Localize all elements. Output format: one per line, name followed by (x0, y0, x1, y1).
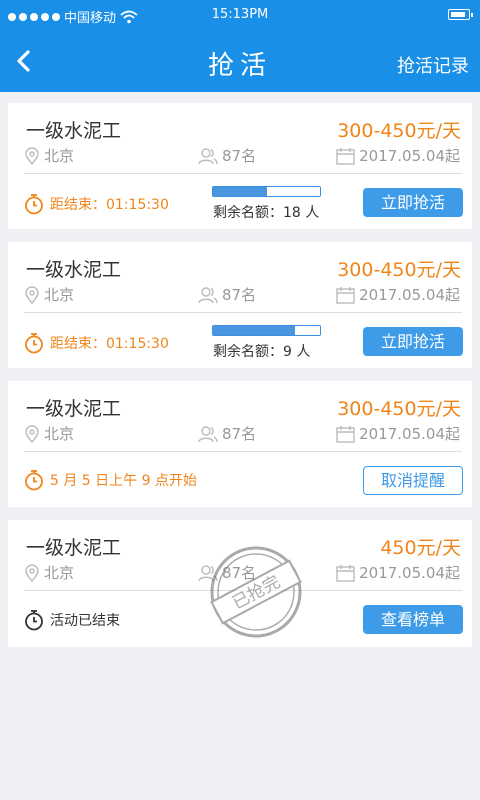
ended-status: 活动已结束 (24, 609, 120, 631)
job-title: 一级水泥工 (26, 537, 122, 559)
date-text: 2017.05.04起 (359, 286, 460, 304)
countdown: 距结束：01:15:30 (24, 193, 169, 215)
job-card[interactable]: 一级水泥工 300-450元/天 北京 87名 2017.05.04起 5 月 … (8, 381, 472, 507)
headcount: 87名 (198, 145, 256, 166)
job-card[interactable]: 一级水泥工 300-450元/天 北京 87名 2017.05.04起 距结束：… (8, 103, 472, 229)
start-notice: 5 月 5 日上午 9 点开始 (24, 469, 197, 491)
start-date: 2017.05.04起 (336, 423, 460, 444)
stopwatch-icon (25, 470, 43, 491)
people-icon (198, 425, 218, 442)
quota-progress-bar (212, 325, 321, 336)
job-title: 一级水泥工 (26, 398, 122, 420)
remaining-quota: 剩余名额：18 人 (213, 205, 320, 221)
status-time: 15:13PM (211, 7, 269, 22)
countdown-text: 距结束：01:15:30 (50, 197, 169, 213)
calendar-icon (336, 564, 355, 582)
location-text: 北京 (44, 425, 75, 443)
view-ranking-button[interactable]: 查看榜单 (363, 605, 463, 634)
calendar-icon (336, 286, 355, 304)
location-pin-icon (25, 424, 39, 443)
remaining-quota: 剩余名额：9 人 (213, 344, 311, 360)
stopwatch-icon (25, 610, 43, 631)
location: 北京 (24, 423, 74, 444)
date-text: 2017.05.04起 (359, 564, 460, 582)
status-bar: 中国移动 15:13PM (0, 0, 480, 30)
calendar-icon (336, 147, 355, 165)
salary: 300-450元/天 (337, 398, 461, 420)
headcount-text: 87名 (222, 286, 257, 304)
date-text: 2017.05.04起 (359, 425, 460, 443)
start-date: 2017.05.04起 (336, 145, 460, 166)
salary: 450元/天 (380, 537, 461, 559)
date-text: 2017.05.04起 (359, 147, 460, 165)
grab-job-button[interactable]: 立即抢活 (363, 188, 463, 217)
headcount: 87名 (198, 284, 256, 305)
cancel-reminder-button[interactable]: 取消提醒 (363, 466, 463, 495)
location-text: 北京 (44, 286, 75, 304)
grab-records-link[interactable]: 抢活记录 (397, 52, 469, 78)
start-date: 2017.05.04起 (336, 284, 460, 305)
divider (24, 173, 462, 174)
quota-progress-bar (212, 186, 321, 197)
start-notice-text: 5 月 5 日上午 9 点开始 (50, 473, 197, 489)
location: 北京 (24, 562, 74, 583)
progress-fill (213, 326, 296, 335)
job-card[interactable]: 一级水泥工 300-450元/天 北京 87名 2017.05.04起 距结束：… (8, 242, 472, 368)
divider (24, 451, 462, 452)
location: 北京 (24, 145, 74, 166)
location: 北京 (24, 284, 74, 305)
headcount-text: 87名 (222, 425, 257, 443)
people-icon (198, 286, 218, 303)
grab-job-button[interactable]: 立即抢活 (363, 327, 463, 356)
location-pin-icon (25, 146, 39, 165)
headcount-text: 87名 (222, 147, 257, 165)
nav-bar: 抢活 抢活记录 (0, 30, 480, 92)
countdown: 距结束：01:15:30 (24, 332, 169, 354)
stopwatch-icon (25, 194, 43, 215)
job-title: 一级水泥工 (26, 120, 122, 142)
location-pin-icon (25, 563, 39, 582)
job-card[interactable]: 一级水泥工 450元/天 北京 87名 2017.05.04起 活动已结束 查看… (8, 520, 472, 647)
location-pin-icon (25, 285, 39, 304)
sold-out-stamp: 已抢完 (210, 546, 302, 638)
countdown-text: 距结束：01:15:30 (50, 336, 169, 352)
people-icon (198, 147, 218, 164)
location-text: 北京 (44, 564, 75, 582)
battery-icon (448, 9, 473, 20)
job-title: 一级水泥工 (26, 259, 122, 281)
app-header: 中国移动 15:13PM 抢活 抢活记录 (0, 0, 480, 92)
progress-fill (213, 187, 267, 196)
salary: 300-450元/天 (337, 259, 461, 281)
divider (24, 312, 462, 313)
calendar-icon (336, 425, 355, 443)
start-date: 2017.05.04起 (336, 562, 460, 583)
stopwatch-icon (25, 333, 43, 354)
salary: 300-450元/天 (337, 120, 461, 142)
headcount: 87名 (198, 423, 256, 444)
ended-status-text: 活动已结束 (50, 613, 120, 629)
location-text: 北京 (44, 147, 75, 165)
